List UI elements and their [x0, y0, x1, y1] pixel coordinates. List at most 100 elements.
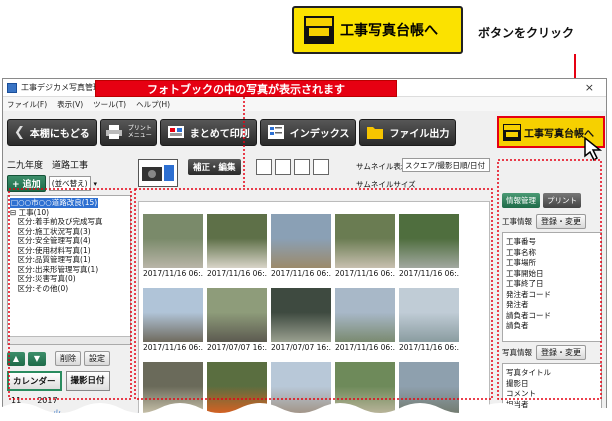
photo-thumbnail[interactable]: 2017/11/16 06:...: [143, 214, 203, 278]
close-icon[interactable]: ×: [585, 81, 594, 94]
back-label: 本棚にもどる: [29, 128, 90, 140]
photo-caption: 2017/11/16 06:...: [335, 269, 395, 278]
tree-item[interactable]: 区分:安全管理写真(4): [10, 236, 128, 246]
tree-item[interactable]: 区分:出来形管理写真(1): [10, 265, 128, 275]
photo-thumbnail[interactable]: 2017/11/16 06:...: [335, 214, 395, 278]
photo-image: [399, 214, 459, 268]
photo-thumbnail[interactable]: 2017/11/16 06:...: [399, 214, 459, 278]
sort-select[interactable]: (並べ替え): [48, 176, 91, 191]
photo-thumbnail[interactable]: 2017/11/16 06:...: [335, 288, 395, 352]
photobook-banner: フォトブックの中の写真が表示されます: [95, 80, 397, 97]
tree-item[interactable]: 区分:施工状況写真(3): [10, 227, 128, 237]
photo-thumbnail[interactable]: 2017/11/16 06:...: [399, 288, 459, 352]
chevron-down-icon[interactable]: ▾: [94, 180, 98, 188]
tab-shooting-date[interactable]: 撮影日付: [65, 371, 110, 391]
app-icon: [7, 82, 17, 93]
swap-icon[interactable]: [294, 159, 310, 175]
tree-item[interactable]: 区分:使用材料写真(1): [10, 246, 128, 256]
photo-caption: 2017/07/07 16:...: [271, 343, 331, 352]
thumbnail-display-label: サムネイル表示: [356, 162, 409, 171]
move-up-button[interactable]: ▲: [7, 351, 25, 366]
menu-tools[interactable]: ツール(T): [93, 99, 126, 110]
category-tree: □○○市○○道路改良(15) ⊟ 工事(10) 区分:着手前及び完成写真 区分:…: [7, 195, 131, 345]
photo-thumbnail[interactable]: 2017/11/16 06:...: [271, 214, 331, 278]
tree-item[interactable]: 区分:品質管理写真(1): [10, 255, 128, 265]
photo-grid: 2017/11/16 06:... 2017/11/16 06:... 2017/1…: [138, 201, 490, 419]
field-label: 発注者コード: [506, 289, 551, 299]
register-change-button[interactable]: 登録・変更: [536, 214, 586, 229]
window-title: 工事デジカメ写真管理2: [21, 83, 107, 92]
thumbnail-size-label: サムネイルサイズ: [356, 180, 416, 189]
photo-field-label: 撮影日: [506, 378, 529, 388]
field-label: 工事番号: [506, 237, 536, 246]
photo-image: [399, 288, 459, 342]
tree-item[interactable]: 区分:災害写真(0): [10, 274, 128, 284]
tree-scrollbar[interactable]: [8, 336, 130, 344]
left-pane: 二九年度 道路工事 + 追加 (並べ替え) ▾ □○○市○○道路改良(15) ⊟…: [5, 155, 145, 421]
info-pane: 情報管理 プリント 工事情報 登録・変更 工事番号 工事名称 工事場所 工事開始…: [500, 155, 604, 421]
photo-caption: 2017/11/16 06:...: [335, 343, 395, 352]
back-to-shelf-button[interactable]: ❮ 本棚にもどる: [7, 118, 97, 146]
photo-image: [271, 214, 331, 268]
photo-thumbnail[interactable]: 2017/11/16 06:...: [143, 288, 203, 352]
tree-item[interactable]: 区分:着手前及び完成写真: [10, 217, 128, 227]
file-output-button[interactable]: ファイル出力: [359, 118, 457, 146]
camera-icon[interactable]: [138, 159, 178, 187]
add-button[interactable]: + 追加: [7, 175, 46, 192]
field-label: 発注者: [506, 300, 529, 309]
tab-info-management[interactable]: 情報管理: [502, 193, 540, 208]
photo-register-change-button[interactable]: 登録・変更: [536, 345, 586, 360]
photo-caption: 2017/07/07 16:...: [207, 343, 267, 352]
rotate-icon[interactable]: [256, 159, 272, 175]
field-label: 工事終了日: [506, 279, 544, 288]
tree-item[interactable]: 区分:その他(0): [10, 284, 128, 294]
delete-button[interactable]: 削除: [55, 351, 81, 366]
printer-icon: [105, 125, 122, 139]
bulk-print-button[interactable]: まとめて印刷: [159, 118, 257, 146]
photo-image: [143, 288, 203, 342]
field-label: 工事場所: [506, 258, 536, 267]
field-label: 工事開始日: [506, 268, 544, 278]
photo-info-label: 写真情報: [502, 348, 532, 357]
menu-file[interactable]: ファイル(F): [7, 99, 47, 110]
photo-pane: 補正・編集 サムネイル表示 スクエア/撮影日順/日付 サムネイルサイズ 2017…: [136, 155, 496, 421]
photo-caption: 2017/11/16 06:...: [399, 343, 459, 352]
tree-root[interactable]: □○○市○○道路改良(15): [10, 198, 99, 208]
photo-image: [207, 214, 267, 268]
photo-thumbnail[interactable]: 2017/07/07 16:...: [207, 288, 267, 352]
bulk-print-label: まとめて印刷: [189, 128, 250, 140]
photo-caption: 2017/11/16 06:...: [271, 269, 331, 278]
zoom-icon[interactable]: [275, 159, 291, 175]
field-label: 請負者コード: [506, 310, 551, 320]
tab-calendar[interactable]: カレンダー: [7, 371, 62, 391]
photo-thumbnail[interactable]: 2017/11/16 06:...: [207, 214, 267, 278]
photo-caption: 2017/11/16 06:...: [399, 269, 459, 278]
torn-edge: [0, 403, 612, 421]
photo-image: [271, 288, 331, 342]
index-button[interactable]: インデックス: [259, 118, 357, 146]
menu-help[interactable]: ヘルプ(H): [136, 99, 170, 110]
file-output-label: ファイル出力: [389, 128, 450, 140]
trash-icon[interactable]: [313, 159, 329, 175]
thumbnail-display-select[interactable]: スクエア/撮影日順/日付: [402, 158, 490, 172]
photo-image: [207, 288, 267, 342]
tab-print[interactable]: プリント: [543, 193, 581, 208]
menu-view[interactable]: 表示(V): [57, 99, 83, 110]
index-icon: [267, 125, 284, 139]
bulk-print-icon: [167, 126, 184, 138]
photo-image: [335, 214, 395, 268]
tree-item[interactable]: ⊟ 工事(10): [10, 208, 128, 218]
folder-icon: [367, 127, 384, 139]
move-down-button[interactable]: ▼: [28, 351, 46, 366]
photo-image: [143, 214, 203, 268]
correct-edit-button[interactable]: 補正・編集: [188, 159, 241, 175]
photo-thumbnail[interactable]: 2017/07/07 16:...: [271, 288, 331, 352]
photo-image: [335, 288, 395, 342]
project-info-box: 工事番号 工事名称 工事場所 工事開始日 工事終了日 発注者コード 発注者 請負…: [502, 232, 602, 342]
settings-button[interactable]: 設定: [84, 351, 110, 366]
chevron-left-icon: ❮: [14, 124, 25, 140]
print-menu-top: プリント: [127, 125, 152, 132]
print-menu-button[interactable]: プリント メニュー: [99, 118, 157, 146]
project-year-title: 二九年度 道路工事: [7, 161, 89, 171]
cursor-icon: [584, 136, 603, 162]
